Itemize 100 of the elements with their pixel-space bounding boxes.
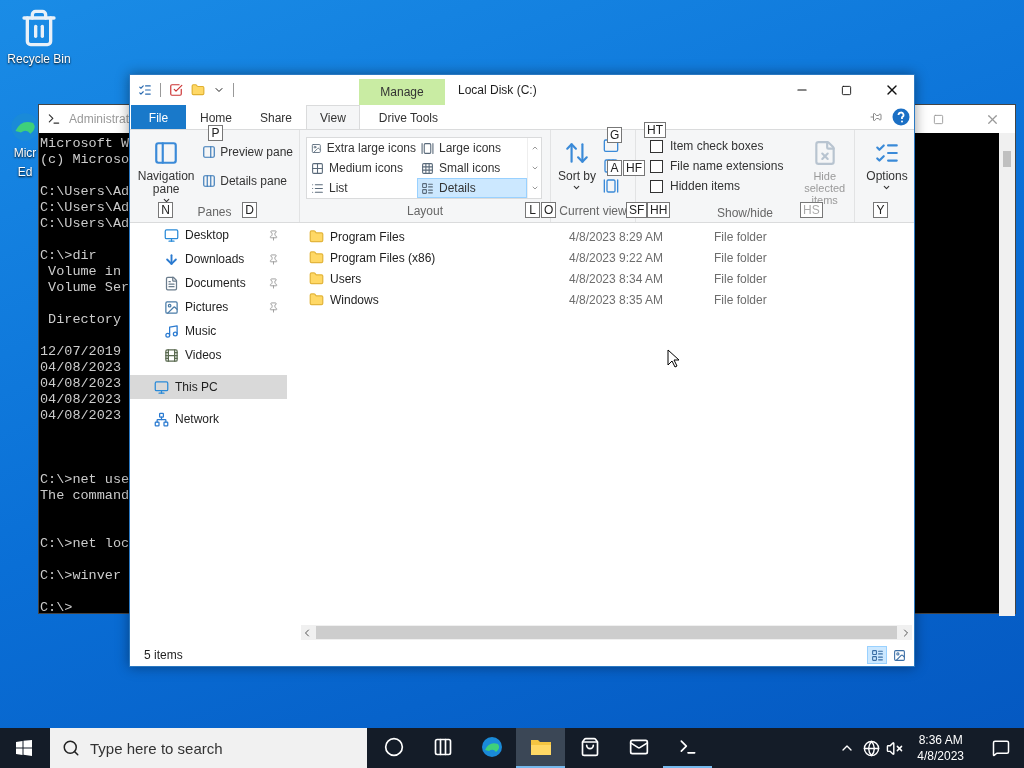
- details-pane-icon: [202, 174, 217, 188]
- file-name[interactable]: Program Files: [330, 229, 569, 244]
- folder-icon: [309, 229, 324, 244]
- pin-icon[interactable]: [870, 111, 882, 123]
- grid-icon: [311, 161, 324, 175]
- options-button[interactable]: Options: [861, 136, 913, 192]
- picture-icon: [892, 648, 906, 662]
- file-type: File folder: [714, 229, 768, 244]
- caret-icon: [882, 183, 892, 192]
- check-document-icon[interactable]: [169, 83, 183, 97]
- browser-icon: [480, 736, 503, 758]
- ribbon-tab[interactable]: View: [306, 105, 360, 129]
- caret-icon: [572, 183, 582, 192]
- sort-by-button[interactable]: Sort by: [557, 136, 597, 192]
- layout-option[interactable]: Large icons: [417, 138, 527, 158]
- layout-option[interactable]: Extra large icons: [307, 138, 417, 158]
- desktop-icon-label[interactable]: Recycle Bin: [7, 52, 71, 67]
- layout-option[interactable]: Medium icons: [307, 158, 417, 178]
- network-icon: [154, 411, 169, 427]
- checkbox[interactable]: Hidden items: [650, 176, 784, 196]
- task-view-icon: [432, 737, 453, 757]
- layout-option[interactable]: List: [307, 178, 417, 198]
- key-tip: D: [242, 202, 257, 218]
- desktop-icon: [164, 227, 179, 243]
- window-title: Local Disk (C:): [458, 83, 537, 97]
- monitor-icon: [154, 379, 169, 395]
- key-tip: HT: [644, 122, 666, 138]
- navigation-item[interactable]: Videos: [130, 343, 287, 367]
- maximize-icon: [841, 84, 852, 96]
- picture-icon: [311, 141, 322, 155]
- properties-icon[interactable]: [138, 83, 152, 97]
- horizontal-scrollbar[interactable]: [301, 625, 912, 640]
- file-menu-button[interactable]: File: [131, 105, 186, 129]
- file-name[interactable]: Program Files (x86): [330, 250, 569, 265]
- key-tip: P: [208, 125, 223, 141]
- group-by-icon[interactable]: [603, 138, 619, 154]
- file-type: File folder: [714, 292, 768, 307]
- pane-button[interactable]: Details pane: [202, 170, 293, 192]
- globe-icon[interactable]: [863, 739, 881, 757]
- search-icon: [62, 739, 80, 757]
- muted-speaker-icon[interactable]: [886, 739, 904, 757]
- file-name[interactable]: Windows: [330, 292, 569, 307]
- checkbox[interactable]: Item check boxes: [650, 136, 784, 156]
- date-modified: 4/8/2023 9:22 AM: [569, 250, 665, 265]
- desktop-icon-label[interactable]: Micr: [13, 146, 37, 161]
- file-name[interactable]: Users: [330, 271, 569, 286]
- key-tip: A: [607, 160, 622, 176]
- search-field[interactable]: Type here to search: [50, 728, 367, 768]
- navigation-item[interactable]: Music: [130, 319, 287, 343]
- date-modified: 4/8/2023 8:34 AM: [569, 271, 665, 286]
- sort-icon: [564, 140, 590, 166]
- navigation-item[interactable]: Documents: [130, 271, 287, 295]
- film-icon: [164, 347, 179, 363]
- pane-button[interactable]: Preview pane: [202, 141, 293, 163]
- envelope-icon: [628, 737, 649, 757]
- navigation-item[interactable]: Desktop: [130, 223, 287, 247]
- date-modified: 4/8/2023 8:35 AM: [569, 292, 665, 307]
- date-modified: 4/8/2023 8:29 AM: [569, 229, 665, 244]
- key-tip: G: [607, 127, 623, 143]
- group-label: Show/hide: [716, 206, 773, 222]
- terminal-icon: [47, 112, 61, 126]
- console-output: Microsoft W (c) Microso C:\Users\Ad C:\Users\Ad C:\Users\Ad C:\>dir Volume in Volume Ser Directory 12/07/2019 04/08/2023 04/08/2023 04/08/2023 04/08/2023 C:\>net use The command C:\>net loc C:\>winver C:\>: [39, 135, 130, 616]
- preview-pane-icon: [202, 145, 217, 159]
- details-list-icon: [870, 648, 884, 662]
- navigation-item[interactable]: Pictures: [130, 295, 287, 319]
- down-arrow-icon: [164, 251, 179, 267]
- navigation-item[interactable]: Downloads: [130, 247, 287, 271]
- file-type: File folder: [714, 271, 768, 286]
- checkbox[interactable]: File name extensions: [650, 156, 784, 176]
- shopping-bag-icon: [579, 737, 600, 757]
- list-icon: [311, 181, 324, 195]
- windows-icon: [16, 740, 32, 756]
- music-note-icon: [164, 323, 179, 339]
- group-label: Current view: [559, 204, 627, 220]
- folder-icon: [309, 271, 324, 286]
- details-view-button[interactable]: [867, 646, 887, 664]
- key-tip: O: [541, 202, 557, 218]
- picture-icon: [421, 141, 434, 155]
- folder-icon: [309, 292, 324, 307]
- key-tip: HH: [647, 202, 671, 218]
- folder-icon: [309, 250, 324, 265]
- desktop-icon-label[interactable]: Ed: [17, 165, 33, 180]
- vertical-scrollbar[interactable]: [999, 133, 1015, 616]
- navigation-item[interactable]: This PC: [130, 375, 287, 399]
- document-icon: [164, 275, 179, 291]
- navigation-item[interactable]: Network: [130, 407, 287, 431]
- file-type: File folder: [714, 250, 768, 265]
- key-tip: L: [525, 202, 540, 218]
- circle-icon: [383, 737, 404, 757]
- key-tip: HS: [800, 202, 823, 218]
- contextual-tab-header: Manage: [359, 79, 445, 105]
- mouse-cursor-icon: [667, 349, 679, 368]
- taskbar-button[interactable]: [516, 728, 565, 768]
- layout-option[interactable]: Details: [417, 178, 527, 198]
- panel-icon: [153, 140, 180, 166]
- clock[interactable]: 8:36 AM 4/8/2023: [909, 732, 972, 764]
- picture-icon: [164, 299, 179, 315]
- navigation-pane-button[interactable]: Navigation pane: [136, 136, 197, 205]
- layout-option[interactable]: Small icons: [417, 158, 527, 178]
- help-icon[interactable]: [892, 108, 910, 126]
